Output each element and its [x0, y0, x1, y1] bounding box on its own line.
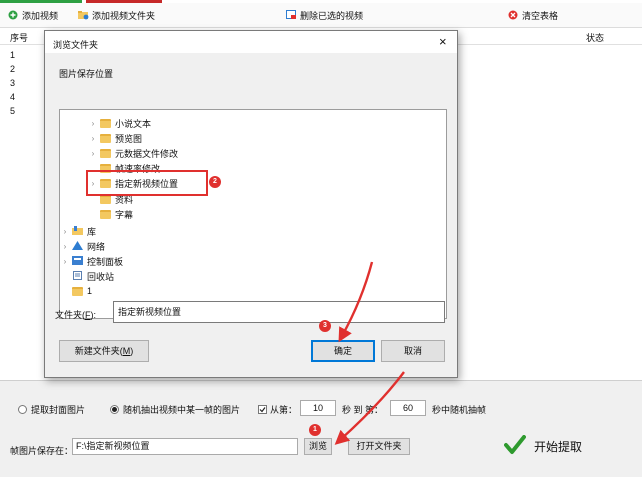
tree-item-label: 网络: [87, 241, 106, 252]
delete-icon: [286, 10, 296, 20]
from-seconds-input[interactable]: 10: [300, 400, 336, 416]
add-video-button[interactable]: 添加视频: [8, 8, 58, 22]
tree-item-library[interactable]: › 库: [62, 224, 96, 238]
tree-item-subtitles[interactable]: 字幕: [90, 207, 133, 221]
radio-selected-icon: [110, 405, 119, 414]
to-seconds-input[interactable]: 60: [390, 400, 426, 416]
add-video-folder-label: 添加视频文件夹: [92, 10, 156, 21]
delete-selected-label: 删除已选的视频: [300, 10, 364, 21]
step-badge-3: 3: [319, 320, 331, 332]
tree-item-control-panel[interactable]: › 控制面板: [62, 254, 123, 268]
col-seq: 序号: [10, 33, 29, 43]
sec-random-label: 秒中随机抽帧: [432, 405, 487, 415]
folder-icon: [100, 118, 111, 128]
tree-item-label: 1: [87, 286, 93, 296]
ok-button[interactable]: 确定: [311, 340, 375, 362]
tree-item-label: 预览图: [115, 133, 143, 144]
radio-icon: [18, 405, 27, 414]
radio-cover-label: 提取封面图片: [31, 405, 86, 415]
tree-item-novel[interactable]: › 小说文本: [90, 116, 151, 130]
save-path-input[interactable]: F:\指定新视频位置: [72, 438, 298, 455]
radio-extract-cover[interactable]: 提取封面图片: [18, 403, 85, 416]
browse-button[interactable]: 浏览: [304, 438, 332, 455]
start-extract-label: 开始提取: [534, 439, 583, 454]
table-row[interactable]: 5: [10, 106, 15, 116]
tree-item-label: 字幕: [115, 209, 134, 220]
table-row[interactable]: 2: [10, 64, 15, 74]
tree-item-label: 小说文本: [115, 118, 152, 129]
col-status: 状态: [586, 33, 605, 43]
add-icon: [8, 10, 18, 20]
start-extract-button[interactable]: 开始提取: [504, 433, 614, 459]
dialog-title-bar: 浏览文件夹 ×: [45, 31, 457, 53]
close-icon[interactable]: ×: [439, 34, 447, 49]
cancel-button[interactable]: 取消: [381, 340, 445, 362]
sec-to-label: 秒 到 第：: [342, 405, 384, 415]
step-badge-1: 1: [309, 424, 321, 436]
tree-item-label: 控制面板: [87, 256, 124, 267]
folder-field-label: 文件夹(F):: [55, 310, 96, 320]
radio-random-label: 随机抽出视频中某一帧的图片: [123, 405, 241, 415]
tree-item-label: 元数据文件修改: [115, 148, 179, 159]
checkbox-from[interactable]: 从第：: [258, 403, 297, 416]
browse-folder-dialog: 浏览文件夹 × 图片保存位置 › 小说文本 › 预览图 › 元数据文件修改 帧速率修改…: [44, 30, 458, 378]
tree-item-recycle-bin[interactable]: 回收站: [62, 269, 114, 283]
options-panel: 提取封面图片 随机抽出视频中某一帧的图片 从第： 10 秒 到 第： 60 秒中…: [0, 381, 642, 477]
step-badge-2: 2: [209, 176, 221, 188]
table-row[interactable]: 1: [10, 50, 15, 60]
table-row[interactable]: 4: [10, 92, 15, 102]
open-folder-button[interactable]: 打开文件夹: [348, 438, 410, 455]
dialog-title: 浏览文件夹: [53, 40, 99, 50]
tree-item-network[interactable]: › 网络: [62, 239, 105, 253]
add-video-folder-button[interactable]: 添加视频文件夹: [78, 8, 155, 22]
folder-name-input[interactable]: 指定新视频位置: [113, 301, 445, 323]
highlight-box: [86, 170, 208, 196]
folder-icon: [100, 148, 111, 158]
delete-selected-button[interactable]: 删除已选的视频: [286, 8, 363, 22]
new-folder-button[interactable]: 新建文件夹(M): [59, 340, 149, 362]
toolbar: 添加视频 添加视频文件夹 删除已选的视频 清空表格: [0, 3, 642, 28]
folder-icon: [100, 133, 111, 143]
clear-table-button[interactable]: 清空表格: [508, 8, 558, 22]
add-video-label: 添加视频: [22, 10, 59, 21]
folder-icon: [100, 209, 111, 219]
tree-item-label: 回收站: [87, 271, 115, 282]
clear-icon: [508, 10, 518, 20]
clear-table-label: 清空表格: [522, 10, 559, 21]
folder-icon: [72, 286, 83, 296]
tree-item-metadata[interactable]: › 元数据文件修改: [90, 146, 178, 160]
table-row[interactable]: 3: [10, 78, 15, 88]
folder-tree[interactable]: › 小说文本 › 预览图 › 元数据文件修改 帧速率修改 › 指定新视频位置 2 资料 …: [59, 109, 447, 319]
library-icon: [72, 225, 83, 237]
radio-random-frame[interactable]: 随机抽出视频中某一帧的图片: [110, 403, 240, 416]
checkmark-icon: [504, 435, 526, 457]
network-icon: [72, 240, 83, 252]
tree-item-preview[interactable]: › 预览图: [90, 131, 142, 145]
tree-item-1[interactable]: 1: [62, 284, 92, 298]
tree-item-label: 库: [87, 226, 97, 237]
from-label: 从第：: [270, 405, 298, 415]
dialog-description: 图片保存位置: [59, 69, 114, 79]
folder-add-icon: [78, 10, 89, 20]
save-path-label: 帧图片保存在：: [10, 446, 74, 456]
recycle-bin-icon: [72, 270, 83, 282]
checkbox-checked-icon: [258, 405, 267, 414]
control-panel-icon: [72, 255, 83, 267]
